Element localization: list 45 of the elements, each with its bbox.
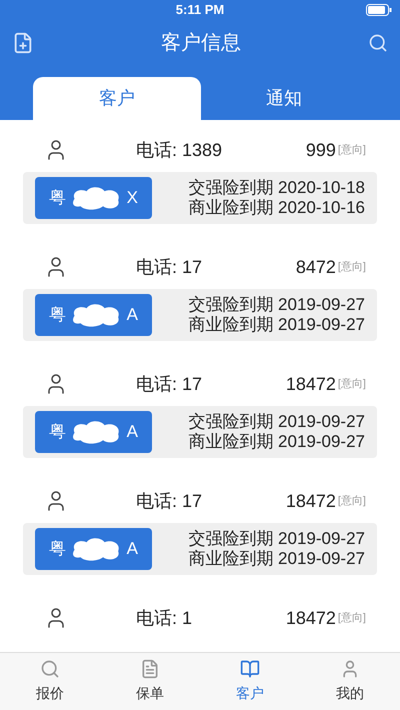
status-tag: [意向] (338, 492, 366, 510)
phone-text: 999 (306, 138, 336, 162)
phone-text: 电话: 1389 (136, 138, 222, 162)
tab[interactable]: 通知 (201, 77, 367, 120)
status-tag: [意向] (338, 610, 366, 626)
bottom-tab[interactable]: 保单 (100, 653, 200, 710)
plate-text: A (126, 304, 138, 326)
expiry-date-text: 交强险到期 2019-09-27 (188, 529, 365, 549)
phone-text: 18472 (286, 490, 336, 512)
expiry-date-text: 交强险到期 2020-10-18 (188, 178, 365, 198)
status-time: 5:11 PM (176, 1, 224, 20)
expiry-date-text: 商业险到期 2019-09-27 (188, 315, 365, 335)
bottom-tab[interactable]: 客户 (200, 653, 300, 710)
search-button[interactable] (368, 32, 388, 52)
phone-text: 18472 (286, 372, 336, 396)
phone-text: 18472 (286, 606, 336, 630)
battery-icon (366, 4, 392, 16)
book-icon (240, 659, 260, 679)
plate-text: 粤 (49, 421, 66, 444)
plate-text: 粤 (49, 538, 66, 560)
expiry-date-text: 商业险到期 2019-09-27 (188, 432, 365, 452)
phone-text: 电话: 1 (136, 606, 192, 630)
expiry-date-text: 交强险到期 2019-09-27 (188, 412, 365, 432)
expiry-date-text: 交强险到期 2019-09-27 (188, 295, 365, 315)
status-tag: [意向] (338, 258, 366, 276)
status-tag: [意向] (338, 142, 366, 158)
plate-text: A (126, 538, 138, 560)
bottom-tab[interactable]: 报价 (0, 653, 100, 710)
status-tag: [意向] (338, 376, 366, 392)
phone-text: 电话: 17 (136, 490, 202, 512)
plate-text: X (126, 187, 138, 210)
plate-text: 粤 (49, 304, 66, 326)
tab[interactable]: 客户 (33, 77, 201, 120)
search-icon (40, 659, 60, 679)
page-title: 客户信息 (161, 30, 241, 56)
phone-text: 8472 (296, 256, 336, 278)
expiry-date-text: 商业险到期 2020-10-16 (188, 198, 365, 218)
document-icon (140, 659, 160, 679)
plate-text: A (126, 421, 138, 444)
phone-text: 电话: 17 (136, 256, 202, 278)
phone-text: 电话: 17 (136, 372, 202, 396)
expiry-date-text: 商业险到期 2019-09-27 (188, 549, 365, 569)
add-document-button[interactable] (12, 32, 34, 54)
plate-text: 粤 (49, 187, 66, 210)
bottom-tab[interactable]: 我的 (300, 653, 400, 710)
